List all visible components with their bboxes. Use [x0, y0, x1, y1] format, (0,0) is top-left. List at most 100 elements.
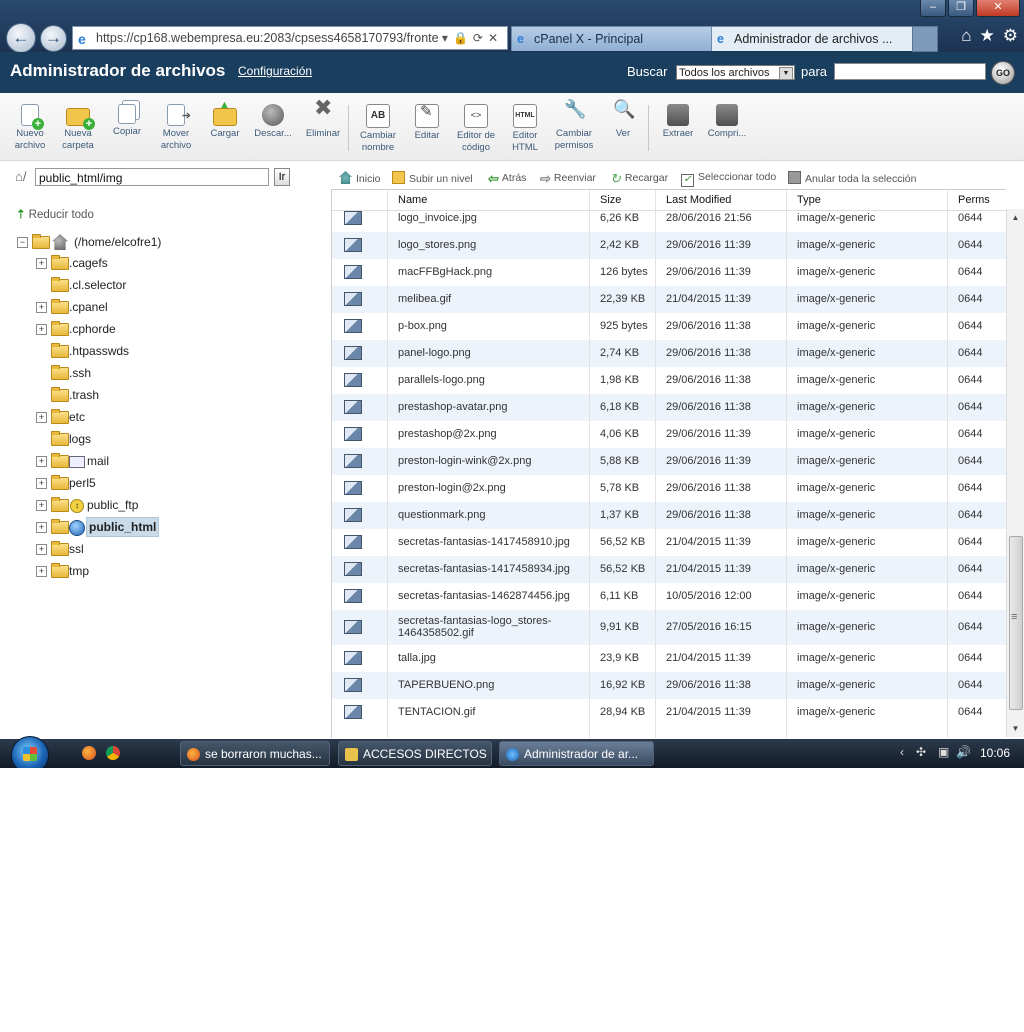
column-header-perms[interactable]: Perms — [958, 194, 990, 206]
table-row[interactable]: secretas-fantasias-1417458910.jpg 56,52 K… — [332, 529, 1007, 556]
tree-expand-toggle[interactable]: + — [36, 302, 47, 313]
copy-button[interactable]: Copiar — [103, 97, 151, 138]
file-name[interactable]: secretas-fantasias-1417458934.jpg — [398, 563, 570, 575]
table-row[interactable]: preston-login@2x.png 5,78 KB 29/06/2016 11… — [332, 475, 1007, 502]
column-header-size[interactable]: Size — [600, 194, 621, 206]
file-name[interactable]: logo_invoice.jpg — [398, 212, 477, 224]
file-name[interactable]: secretas-fantasias-logo_stores-146435850… — [398, 615, 578, 639]
home-icon[interactable]: ⌂/ — [15, 169, 26, 184]
file-name[interactable]: secretas-fantasias-1417458910.jpg — [398, 536, 570, 548]
file-name[interactable]: TENTACION.gif — [398, 706, 475, 718]
tree-item[interactable]: + etc — [36, 408, 236, 426]
table-row[interactable]: logo_stores.png 2,42 KB 29/06/2016 11:39 im… — [332, 232, 1007, 259]
tree-expand-toggle[interactable]: + — [36, 522, 47, 533]
file-name[interactable]: questionmark.png — [398, 509, 485, 521]
tree-item[interactable]: + .cagefs — [36, 254, 236, 272]
tree-item[interactable]: + tmp — [36, 562, 236, 580]
rename-button[interactable]: AB Cambiar nombre — [354, 97, 402, 154]
select-all-button[interactable]: ✓ Seleccionar todo — [681, 171, 776, 187]
scroll-thumb[interactable] — [1009, 536, 1023, 710]
table-row[interactable]: TENTACION.gif 28,94 KB 21/04/2015 11:39 ima… — [332, 699, 1007, 726]
back-button[interactable]: ⇦ Atrás — [487, 171, 526, 186]
search-go-button[interactable]: GO — [991, 61, 1015, 85]
minimize-icon[interactable]: – — [920, 0, 946, 17]
file-name[interactable]: prestashop-avatar.png — [398, 401, 507, 413]
table-row[interactable]: p-box.png 925 bytes 29/06/2016 11:38 image/… — [332, 313, 1007, 340]
table-row[interactable]: prestashop-avatar.png 6,18 KB 29/06/2016 1… — [332, 394, 1007, 421]
tree-expand-toggle[interactable]: + — [36, 324, 47, 335]
file-name[interactable]: secretas-fantasias-1462874456.jpg — [398, 590, 570, 602]
code-editor-button[interactable]: <> Editor de código — [452, 97, 500, 154]
table-row[interactable]: panel-logo.png 2,74 KB 29/06/2016 11:38 ima… — [332, 340, 1007, 367]
file-name[interactable]: prestashop@2x.png — [398, 428, 497, 440]
tree-item[interactable]: + public_html — [36, 517, 236, 537]
search-input[interactable] — [834, 63, 986, 80]
tree-item[interactable]: logs — [36, 430, 236, 448]
new-folder-button[interactable]: Nueva carpeta — [54, 97, 102, 152]
home-icon[interactable]: ⌂ — [961, 26, 971, 46]
collapse-all-link[interactable]: ⇡ Reducir todo — [16, 207, 94, 221]
settings-link[interactable]: Configuración — [238, 64, 312, 78]
table-row[interactable]: macFFBgHack.png 126 bytes 29/06/2016 11:39… — [332, 259, 1007, 286]
path-input[interactable]: public_html/img — [35, 168, 269, 186]
tree-expand-toggle[interactable]: + — [36, 478, 47, 489]
edit-button[interactable]: Editar — [403, 97, 451, 142]
address-bar[interactable]: e https://cp168.webempresa.eu:2083/cpsess… — [72, 26, 508, 50]
forward-button[interactable]: ⇨ Reenviar — [539, 171, 596, 186]
display-icon[interactable]: ▣ — [938, 745, 949, 759]
download-button[interactable]: Descar... — [249, 97, 297, 140]
tree-expand-toggle[interactable]: + — [36, 412, 47, 423]
gear-icon[interactable]: ⚙ — [1003, 26, 1018, 46]
maximize-icon[interactable]: ❐ — [948, 0, 974, 17]
file-name[interactable]: macFFBgHack.png — [398, 266, 492, 278]
new-file-button[interactable]: Nuevo archivo — [6, 97, 54, 152]
up-level-button[interactable]: Subir un nivel — [392, 171, 473, 185]
change-permissions-button[interactable]: Cambiar permisos — [550, 97, 598, 152]
reload-button[interactable]: ↻ Recargar — [610, 171, 668, 186]
tree-item[interactable]: + ssl — [36, 540, 236, 558]
table-row[interactable]: preston-login-wink@2x.png 5,88 KB 29/06/20… — [332, 448, 1007, 475]
scroll-up-icon[interactable]: ▲ — [1009, 211, 1022, 224]
browser-back-button[interactable]: ← — [6, 23, 36, 53]
file-name[interactable]: preston-login@2x.png — [398, 482, 506, 494]
file-name[interactable]: TAPERBUENO.png — [398, 679, 494, 691]
file-name[interactable]: preston-login-wink@2x.png — [398, 455, 531, 467]
tree-item[interactable]: + .cpanel — [36, 298, 236, 316]
table-row[interactable]: talla.jpg 23,9 KB 21/04/2015 11:39 image/x-… — [332, 645, 1007, 672]
tree-expand-toggle[interactable]: + — [36, 258, 47, 269]
scroll-down-icon[interactable]: ▼ — [1009, 722, 1022, 735]
extract-button[interactable]: Extraer — [654, 97, 702, 140]
home-nav-button[interactable]: Inicio — [339, 171, 381, 185]
html-editor-button[interactable]: HTML Editor HTML — [501, 97, 549, 154]
tab-cpanel-principal[interactable]: e cPanel X - Principal — [511, 26, 718, 51]
search-scope-select[interactable]: Todos los archivos ▼ — [676, 65, 795, 80]
tab-file-manager[interactable]: eAdministrador de archivos ... ✕ — [711, 26, 931, 51]
clock[interactable]: 10:06 — [980, 746, 1010, 760]
tree-expand-toggle[interactable]: + — [36, 566, 47, 577]
move-file-button[interactable]: Mover archivo — [152, 97, 200, 152]
table-row[interactable]: prestashop@2x.png 4,06 KB 29/06/2016 11:39… — [332, 421, 1007, 448]
tree-item[interactable]: .trash — [36, 386, 236, 404]
close-window-icon[interactable]: ✕ — [976, 0, 1020, 17]
table-row[interactable]: melibea.gif 22,39 KB 21/04/2015 11:39 image… — [332, 286, 1007, 313]
column-header-type[interactable]: Type — [797, 194, 821, 206]
file-table-scrollbar[interactable]: ▲ ▼ — [1006, 209, 1024, 737]
tree-item[interactable]: + ↕ public_ftp — [36, 496, 236, 514]
tree-root[interactable]: − (/home/elcofre1) — [17, 233, 217, 251]
tree-item[interactable]: .ssh — [36, 364, 236, 382]
file-name[interactable]: parallels-logo.png — [398, 374, 485, 386]
file-name[interactable]: logo_stores.png — [398, 239, 476, 251]
compress-button[interactable]: Compri... — [703, 97, 751, 140]
tree-item[interactable]: .htpasswds — [36, 342, 236, 360]
table-row[interactable]: secretas-fantasias-1417458934.jpg 56,52 K… — [332, 556, 1007, 583]
table-row[interactable]: secretas-fantasias-1462874456.jpg 6,11 KB… — [332, 583, 1007, 610]
view-button[interactable]: Ver — [599, 97, 647, 140]
taskbar-item-firefox[interactable]: se borraron muchas... — [180, 741, 330, 766]
tree-expand-toggle[interactable]: + — [36, 456, 47, 467]
table-row[interactable]: secretas-fantasias-logo_stores-146435850… — [332, 610, 1007, 645]
deselect-all-button[interactable]: Anular toda la selección — [788, 171, 917, 185]
tree-item[interactable]: .cl.selector — [36, 276, 236, 294]
delete-button[interactable]: Eliminar — [299, 97, 347, 140]
file-name[interactable]: p-box.png — [398, 320, 447, 332]
taskbar-item-folder[interactable]: ACCESOS DIRECTOS — [338, 741, 492, 766]
